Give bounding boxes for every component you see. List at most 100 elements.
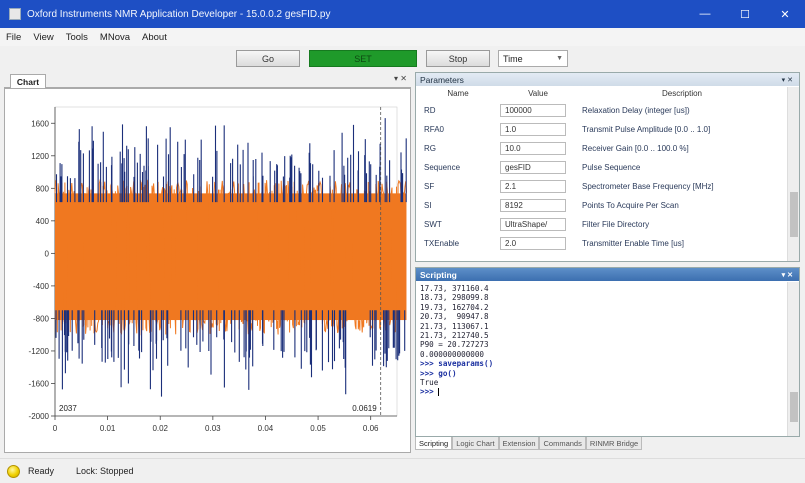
menu-file[interactable]: File <box>0 32 27 43</box>
param-name: SWT <box>424 220 442 229</box>
text-cursor <box>438 388 440 397</box>
mode-select[interactable]: Time ▼ <box>498 50 568 67</box>
param-value-field[interactable]: 2.0 <box>500 237 566 250</box>
fid-chart[interactable]: 160012008004000-400-800-1200-1600-20000 0… <box>5 89 410 452</box>
menu-tools[interactable]: Tools <box>60 32 94 43</box>
column-header-name[interactable]: Name <box>416 87 500 101</box>
param-description: Transmit Pulse Amplitude [0.0 .. 1.0] <box>582 125 711 134</box>
annotation-left: 2037 <box>59 404 77 413</box>
console-output-line: 20.73, 90947.8 <box>420 312 489 322</box>
console-output-line: 18.73, 298099.8 <box>420 293 489 303</box>
console-output-line: 19.73, 162704.2 <box>420 302 489 312</box>
param-value-field[interactable]: gesFID <box>500 161 566 174</box>
chart-tabstrip: Chart ▾ ✕ <box>4 72 411 88</box>
table-row[interactable]: RD 100000 Relaxation Delay (integer [us]) <box>416 101 788 120</box>
param-value-cell: 1.0 <box>500 123 576 136</box>
param-description: Relaxation Delay (integer [us]) <box>582 106 690 115</box>
chart-panel[interactable]: 1600 1200 800 400 0 -400 -800 -1200 -1600 -2000 0 0… <box>4 88 411 453</box>
x-tick-label: 0.06 <box>363 424 379 433</box>
table-row[interactable]: RFA0 1.0 Transmit Pulse Amplitude [0.0 .. … <box>416 120 788 139</box>
status-indicator-icon <box>7 464 20 478</box>
table-row[interactable]: Sequence gesFID Pulse Sequence <box>416 158 788 177</box>
console-output-line: 0.000000000000 <box>420 349 485 359</box>
param-description: Filter File Directory <box>582 220 650 229</box>
bottom-tabstrip: Scripting Logic Chart Extension Commands… <box>415 437 800 451</box>
param-name: SF <box>424 182 435 191</box>
menu-about[interactable]: About <box>136 32 173 43</box>
lock-status: Lock: Stopped <box>76 466 134 476</box>
x-tick-label: 0.02 <box>152 424 168 433</box>
x-tick-label: 0.04 <box>258 424 274 433</box>
panel-pin-icon[interactable]: ▾ ✕ <box>782 76 793 84</box>
param-name: RFA0 <box>424 125 445 134</box>
param-value-field[interactable]: 8192 <box>500 199 566 212</box>
param-value-field[interactable]: 10.0 <box>500 142 566 155</box>
console-output-line: 17.73, 371160.4 <box>420 284 489 293</box>
param-value-cell: 2.0 <box>500 237 576 250</box>
table-row[interactable]: SI 8192 Points To Acquire Per Scan <box>416 196 788 215</box>
parameters-title: Parameters <box>420 74 464 85</box>
table-row[interactable]: SF 2.1 Spectrometer Base Frequency [MHz] <box>416 177 788 196</box>
y-tick-label: -400 <box>33 282 50 291</box>
y-tick-label: 0 <box>45 249 50 258</box>
console-scrollbar[interactable] <box>787 282 799 436</box>
maximize-icon[interactable]: ☐ <box>725 0 765 28</box>
close-icon[interactable]: ✕ <box>765 0 805 28</box>
param-description: Spectrometer Base Frequency [MHz] <box>582 182 714 191</box>
tab-chart[interactable]: Chart <box>10 74 46 88</box>
param-value-cell: 8192 <box>500 199 576 212</box>
parameters-scrollbar[interactable] <box>787 87 799 261</box>
table-row[interactable]: TXEnable 2.0 Transmitter Enable Time [us] <box>416 234 788 253</box>
stop-button[interactable]: Stop <box>426 50 490 67</box>
param-value-field[interactable]: 1.0 <box>500 123 566 136</box>
param-name: Sequence <box>424 163 461 172</box>
table-row[interactable]: SWT UltraShape/Filter File Directory <box>416 215 788 234</box>
y-tick-label: 1200 <box>31 152 49 161</box>
column-header-value[interactable]: Value <box>500 87 576 101</box>
app-icon <box>9 8 21 20</box>
status-state: Ready <box>28 466 55 476</box>
param-value-cell: gesFID <box>500 161 576 174</box>
status-bar: Ready Lock: Stopped <box>0 458 805 483</box>
y-tick-label: 1600 <box>31 119 49 128</box>
param-name: RD <box>424 106 436 115</box>
console-output-line: True <box>420 378 439 388</box>
annotation-cursor-value: 0.0619 <box>352 404 377 413</box>
window-controls: — ☐ ✕ <box>685 0 805 28</box>
console-prompt-line: >>> <box>420 387 440 397</box>
param-description: Receiver Gain [0.0 .. 100.0 %] <box>582 144 689 153</box>
param-value-field[interactable]: 100000 <box>500 104 566 117</box>
panel-menu-icon[interactable]: ▾ ✕ <box>394 74 407 83</box>
y-tick-label: -800 <box>33 314 50 323</box>
set-button[interactable]: SET <box>309 50 417 67</box>
console-prompt-line: >>> saveparams() <box>420 359 494 369</box>
tab-scripting[interactable]: Scripting <box>415 437 453 450</box>
go-button[interactable]: Go <box>236 50 300 67</box>
tab-logic-chart[interactable]: Logic Chart <box>452 437 499 450</box>
y-tick-label: 400 <box>36 217 50 226</box>
script-console[interactable]: 17.73, 371160.4 18.73, 298099.8 19.73, 162… <box>420 284 788 397</box>
param-value-field[interactable]: 2.1 <box>500 180 566 193</box>
tab-rinmr-bridge[interactable]: RINMR Bridge <box>585 437 643 450</box>
scripting-panel: Scripting ▾ ✕ 17.73, 371160.4 18.73, 2980… <box>415 267 800 437</box>
table-row[interactable]: RG 10.0 Receiver Gain [0.0 .. 100.0 %] <box>416 139 788 158</box>
menu-view[interactable]: View <box>27 32 59 43</box>
parameters-panel: Parameters ▾ ✕ Name Value Description RD… <box>415 72 800 262</box>
tab-commands[interactable]: Commands <box>539 437 586 450</box>
tab-extension[interactable]: Extension <box>498 437 540 450</box>
panel-pin-icon[interactable]: ▾ ✕ <box>782 271 793 279</box>
scroll-thumb[interactable] <box>790 192 798 237</box>
y-tick-label: -2000 <box>29 412 50 421</box>
menu-mnova[interactable]: MNova <box>94 32 136 43</box>
minimize-icon[interactable]: — <box>685 0 725 28</box>
param-value-field[interactable]: UltraShape/ <box>500 218 566 231</box>
y-tick-label: -1600 <box>29 379 50 388</box>
column-header-description[interactable]: Description <box>576 87 788 101</box>
param-value-cell: 10.0 <box>500 142 576 155</box>
scroll-thumb[interactable] <box>790 392 798 422</box>
x-tick-label: 0.05 <box>310 424 326 433</box>
scripting-title: Scripting <box>420 269 457 280</box>
parameters-table: Name Value Description RD 100000 Relaxatio… <box>416 87 788 253</box>
param-name: TXEnable <box>424 239 460 248</box>
param-name: RG <box>424 144 436 153</box>
